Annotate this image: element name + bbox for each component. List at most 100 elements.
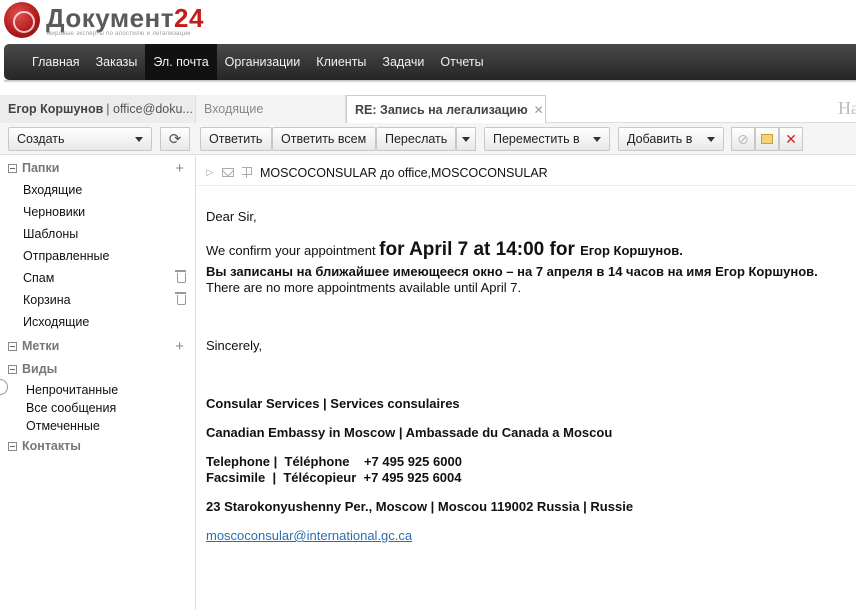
refresh-button[interactable]: ⟳: [160, 127, 190, 151]
sidebar-item-outbox[interactable]: Исходящие: [23, 312, 191, 332]
section-tags-label: Метки: [22, 339, 60, 353]
availability-note: There are no more appointments available…: [206, 280, 522, 295]
refresh-icon: ⟳: [168, 131, 182, 148]
sidebar: Папки + Входящие Черновики Шаблоны Отпра…: [0, 156, 196, 610]
tab-overflow-text: На: [838, 98, 856, 118]
nav-item-tasks[interactable]: Задачи: [374, 44, 432, 80]
move-to-button[interactable]: Переместить в: [484, 127, 610, 151]
nav-item-reports[interactable]: Отчеты: [432, 44, 491, 80]
add-to-label: Добавить в: [627, 132, 693, 146]
block-icon: ⊘: [737, 130, 749, 147]
trash-icon[interactable]: [175, 270, 186, 283]
archive-button[interactable]: [755, 127, 779, 151]
section-tags[interactable]: Метки +: [8, 337, 188, 355]
sidebar-item-label: Черновики: [23, 205, 86, 219]
create-button[interactable]: Создать: [8, 127, 152, 151]
nav-item-organizations[interactable]: Организации: [217, 44, 309, 80]
tab-inbox[interactable]: Входящие: [196, 95, 346, 123]
confirm-date: for April 7 at 14:00 for: [379, 239, 581, 260]
confirm-prefix: We confirm your appointment: [206, 243, 380, 258]
signature-address: 23 Starokonyushenny Per., Moscow | Mosco…: [206, 499, 634, 514]
message-from-to: MOSCOCONSULAR до office,MOSCOCONSULAR: [260, 165, 548, 180]
sidebar-item-label: Исходящие: [23, 315, 90, 329]
tab-bar: Егор Коршунов | office@doku... Входящие …: [0, 95, 856, 123]
sidebar-item-label: Входящие: [23, 183, 83, 197]
section-contacts-label: Контакты: [22, 439, 81, 453]
collapse-icon: [8, 364, 17, 374]
tab-account[interactable]: Егор Коршунов | office@doku...: [0, 95, 196, 123]
chevron-down-icon: [593, 136, 601, 142]
view-item-flagged[interactable]: Отмеченные: [26, 417, 100, 435]
greeting: Dear Sir,: [206, 209, 257, 224]
sidebar-item-drafts[interactable]: Черновики: [23, 202, 191, 222]
message-header: ▷ MOSCOCONSULAR до office,MOSCOCONSULAR: [196, 160, 856, 186]
logo-accent: 24: [173, 3, 204, 33]
sidebar-item-label: Шаблоны: [23, 227, 79, 241]
delete-icon: ✕: [785, 130, 797, 147]
reply-button[interactable]: Ответить: [200, 127, 272, 151]
view-item-all[interactable]: Все сообщения: [26, 399, 116, 417]
collapse-icon: [8, 441, 17, 451]
collapse-icon: [8, 163, 17, 173]
russian-confirmation: Вы записаны на ближайшее имеющееся окно …: [206, 264, 818, 279]
sidebar-item-templates[interactable]: Шаблоны: [23, 224, 191, 244]
nav-item-orders[interactable]: Заказы: [88, 44, 146, 80]
section-contacts[interactable]: Контакты: [8, 437, 188, 455]
chevron-down-icon: [707, 136, 715, 142]
confirm-name: Егор Коршунов.: [580, 243, 683, 258]
section-views[interactable]: Виды: [8, 360, 188, 378]
account-email: | office@doku...: [106, 102, 193, 116]
folder-icon: [761, 134, 773, 144]
chevron-down-icon: [135, 136, 143, 142]
collapse-handle-icon[interactable]: [0, 379, 8, 395]
collapse-icon: [8, 341, 17, 351]
toolbar: Создать ⟳ Ответить Ответить всем Пересла…: [0, 123, 856, 155]
main-nav: Главная Заказы Эл. почта Организации Кли…: [4, 44, 856, 80]
signature-embassy: Canadian Embassy in Moscow | Ambassade d…: [206, 425, 613, 440]
chevron-down-icon: [462, 136, 470, 142]
flag-icon[interactable]: [242, 167, 252, 178]
section-views-label: Виды: [22, 362, 58, 376]
sidebar-item-trash[interactable]: Корзина: [23, 290, 191, 310]
signature-fax: Facsimile | Télécopieur +7 495 925 6004: [206, 470, 462, 485]
signature-services: Consular Services | Services consulaires: [206, 396, 460, 411]
block-button[interactable]: ⊘: [731, 127, 755, 151]
signature-phone: Telephone | Téléphone +7 495 925 6000: [206, 454, 462, 469]
sidebar-item-inbox[interactable]: Входящие: [23, 180, 191, 200]
expand-arrow-icon[interactable]: ▷: [204, 167, 216, 179]
logo-tagline: мировые эксперты по апостилю и легализац…: [47, 31, 191, 37]
tab-message[interactable]: RE: Запись на легализацию ✕: [346, 95, 546, 123]
tab-message-title: RE: Запись на легализацию: [355, 102, 528, 117]
sidebar-item-spam[interactable]: Спам: [23, 268, 191, 288]
close-icon[interactable]: ✕: [534, 103, 544, 117]
section-folders-label: Папки: [22, 161, 60, 175]
section-folders[interactable]: Папки +: [8, 159, 188, 177]
account-name: Егор Коршунов: [8, 102, 104, 116]
sidebar-item-label: Корзина: [23, 293, 71, 307]
signature-email-link[interactable]: moscoconsular@international.gc.ca: [206, 528, 412, 543]
nav-item-email[interactable]: Эл. почта: [145, 44, 217, 80]
sidebar-item-label: Спам: [23, 271, 55, 285]
create-label: Создать: [17, 132, 65, 146]
view-item-unread[interactable]: Непрочитанные: [26, 381, 118, 399]
nav-shadow: [4, 80, 856, 83]
logo-globe-icon[interactable]: [4, 2, 40, 38]
delete-button[interactable]: ✕: [779, 127, 803, 151]
forward-dropdown[interactable]: [456, 127, 476, 151]
sidebar-item-sent[interactable]: Отправленные: [23, 246, 191, 266]
app-header: Документ24 мировые эксперты по апостилю …: [0, 0, 856, 44]
sidebar-item-label: Отправленные: [23, 249, 110, 263]
reply-all-button[interactable]: Ответить всем: [272, 127, 376, 151]
nav-item-home[interactable]: Главная: [24, 44, 88, 80]
envelope-open-icon[interactable]: [222, 168, 234, 177]
confirm-line: We confirm your appointment for April 7 …: [206, 239, 683, 261]
trash-icon[interactable]: [175, 292, 186, 305]
forward-button[interactable]: Переслать: [376, 127, 456, 151]
add-tag-icon[interactable]: +: [175, 338, 184, 355]
logo-text[interactable]: Документ24: [46, 3, 204, 34]
nav-item-clients[interactable]: Клиенты: [308, 44, 374, 80]
add-folder-icon[interactable]: +: [175, 160, 184, 177]
move-to-label: Переместить в: [493, 132, 580, 146]
add-to-button[interactable]: Добавить в: [618, 127, 724, 151]
logo-name: Документ: [46, 3, 174, 33]
